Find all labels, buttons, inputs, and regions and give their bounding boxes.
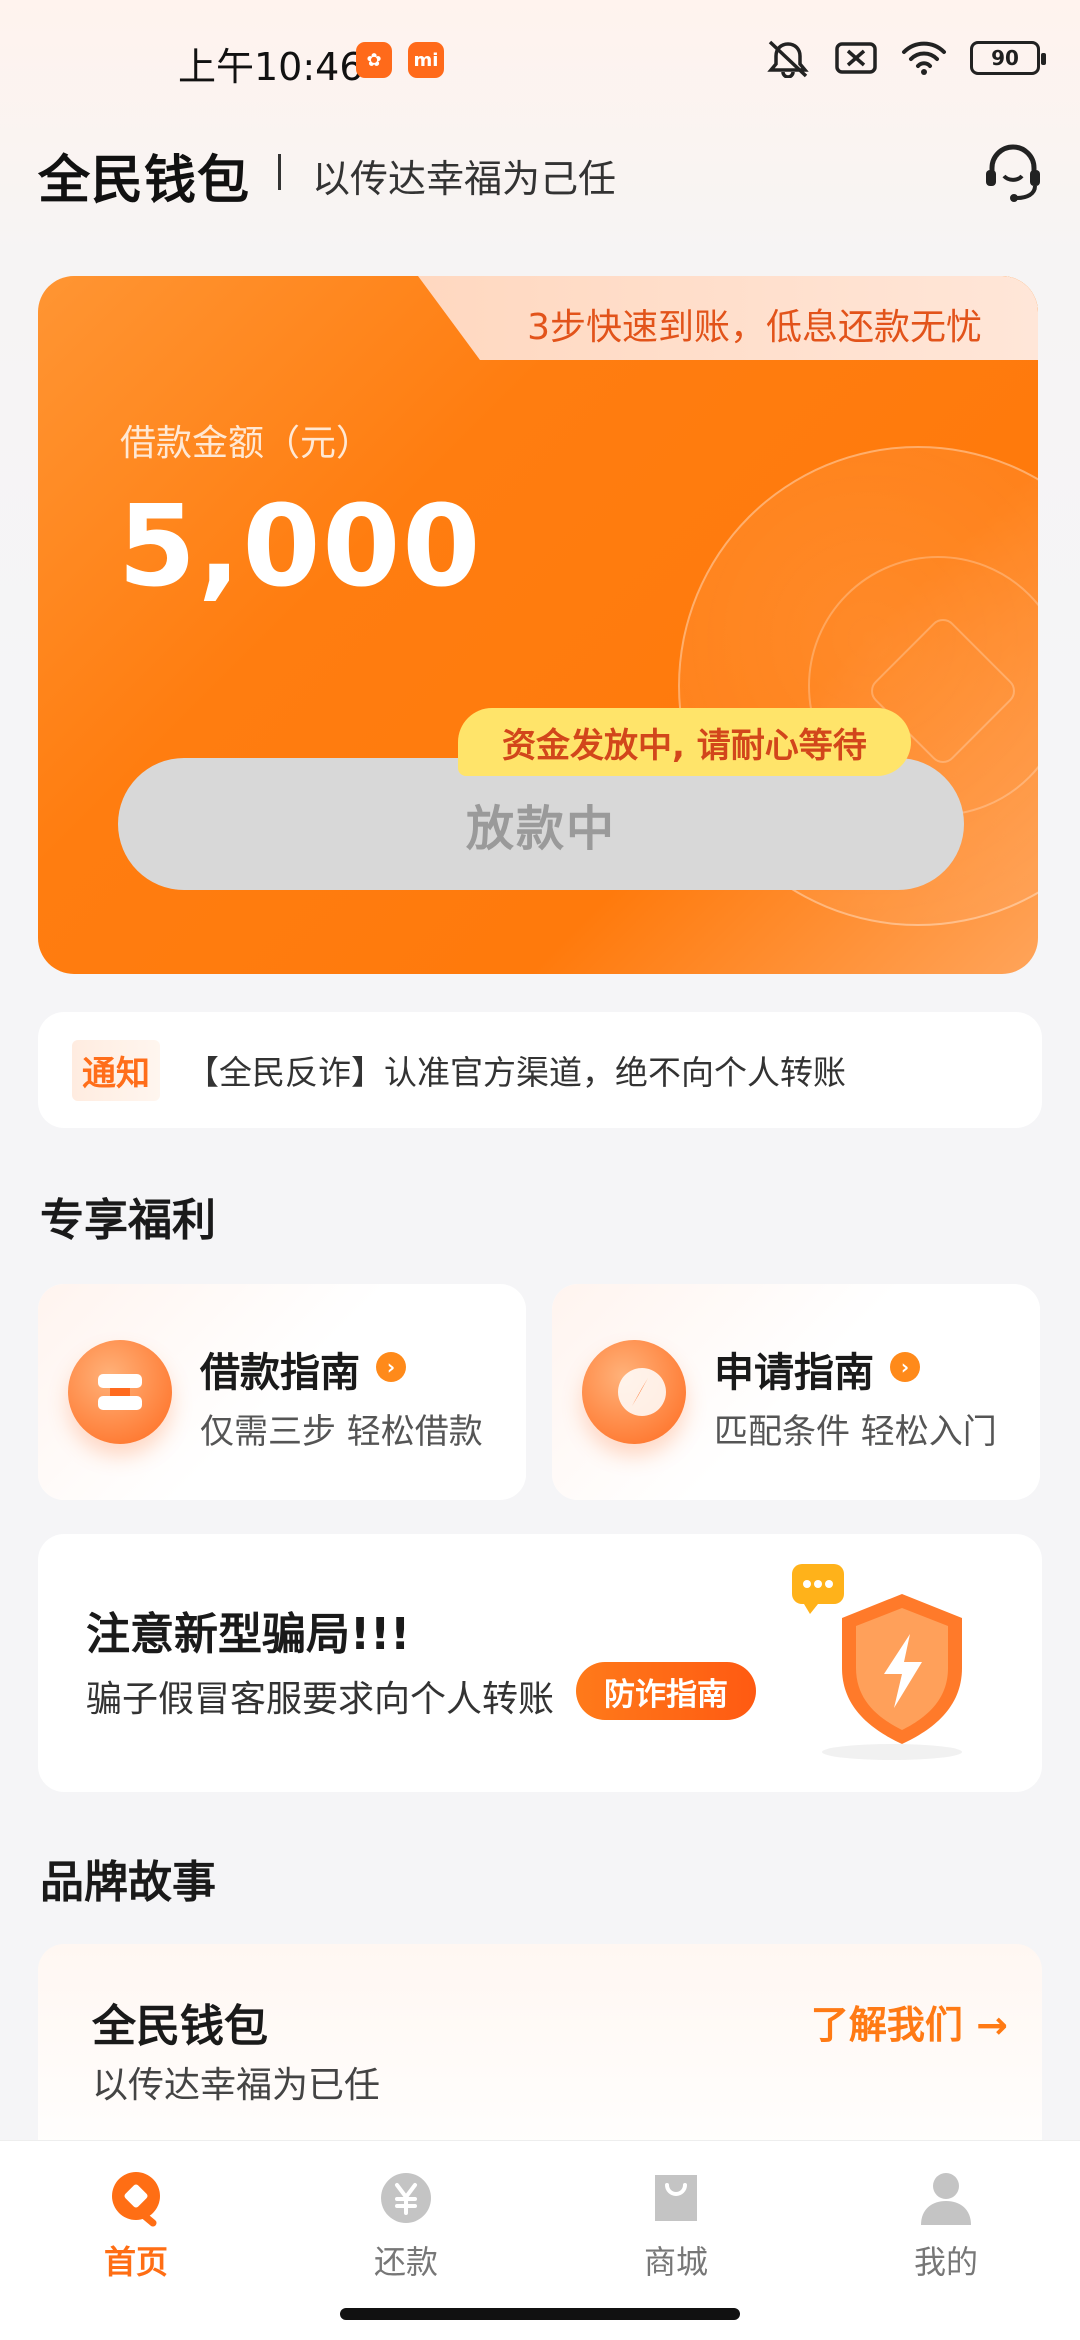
- loan-card: 3步快速到账，低息还款无忧 借款金额（元） 5,000 放款中 资金发放中, 请…: [38, 276, 1038, 974]
- notice-tag: 通知: [72, 1039, 160, 1101]
- repay-icon: [381, 2173, 431, 2223]
- about-us-link[interactable]: 了解我们 →: [811, 1994, 1008, 2049]
- app-title: 全民钱包: [38, 151, 251, 211]
- status-icons: 90: [764, 38, 1046, 78]
- mute-icon: [767, 40, 809, 78]
- notification-app-icon: ✿: [356, 42, 392, 78]
- status-bar: 上午10:46 ✿ mi 90: [0, 0, 1080, 120]
- loan-amount-label: 借款金额（元）: [120, 423, 373, 464]
- nav-label: 还款: [373, 2243, 438, 2281]
- benefit-subtitle: 仅需三步 轻松借款: [200, 1412, 483, 1452]
- nav-item-home[interactable]: 首页: [46, 2169, 226, 2289]
- customer-service-icon[interactable]: [980, 140, 1046, 206]
- disbursing-status-tooltip: 资金发放中, 请耐心等待: [458, 708, 911, 776]
- compass-icon: [582, 1340, 686, 1444]
- nav-item-shop[interactable]: 商城: [586, 2169, 766, 2289]
- anti-fraud-guide-button[interactable]: 防诈指南: [576, 1662, 756, 1720]
- battery-indicator: 90: [970, 41, 1046, 75]
- benefit-subtitle: 匹配条件 轻松入门: [714, 1412, 997, 1452]
- benefit-title: 借款指南: [200, 1350, 360, 1396]
- shop-bag-icon: [655, 2175, 697, 2221]
- nav-item-profile[interactable]: 我的: [856, 2169, 1036, 2289]
- mi-app-icon: mi: [408, 42, 444, 78]
- fraud-alert-card: 注意新型骗局!!! 骗子假冒客服要求向个人转账 防诈指南: [38, 1534, 1042, 1792]
- home-icon: [112, 2172, 160, 2227]
- chevron-right-icon: ›: [376, 1352, 406, 1382]
- app-screen: 上午10:46 ✿ mi 90 全民钱包 以传达幸福为己任 3步快速到账，低息还…: [0, 0, 1080, 2340]
- notice-text: 【全民反诈】认准官方渠道，绝不向个人转账: [186, 1053, 846, 1092]
- loan-amount: 5,000: [118, 482, 483, 612]
- apply-guide-card[interactable]: 申请指南 › 匹配条件 轻松入门: [552, 1284, 1040, 1500]
- nav-item-repay[interactable]: 还款: [316, 2169, 496, 2289]
- header-divider: [278, 154, 281, 190]
- wifi-icon: [902, 41, 946, 75]
- brand-name: 全民钱包: [92, 2001, 268, 2052]
- profile-icon: [921, 2173, 971, 2225]
- brand-section-title: 品牌故事: [40, 1857, 216, 1908]
- chevron-right-icon: ›: [890, 1352, 920, 1382]
- benefits-section-title: 专享福利: [40, 1195, 216, 1246]
- shield-icon: [792, 1564, 962, 1760]
- nav-label: 首页: [103, 2243, 168, 2281]
- nav-label: 商城: [643, 2243, 708, 2281]
- disbursing-button[interactable]: 放款中: [118, 758, 964, 890]
- status-time: 上午10:46: [178, 45, 364, 89]
- fraud-alert-subtitle: 骗子假冒客服要求向个人转账: [86, 1679, 555, 1720]
- brand-slogan: 以传达幸福为已任: [92, 2065, 381, 2106]
- fraud-alert-title: 注意新型骗局!!!: [86, 1609, 411, 1660]
- nav-label: 我的: [913, 2243, 978, 2281]
- loan-guide-icon: [68, 1340, 172, 1444]
- benefit-title: 申请指南: [714, 1350, 874, 1396]
- no-sim-icon: [835, 42, 877, 74]
- app-slogan: 以传达幸福为己任: [312, 157, 617, 201]
- notice-bar[interactable]: 通知 【全民反诈】认准官方渠道，绝不向个人转账: [38, 1012, 1042, 1128]
- app-header: 全民钱包 以传达幸福为己任: [0, 130, 1080, 211]
- promo-tab-text: 3步快速到账，低息还款无忧: [527, 307, 982, 348]
- home-indicator: [340, 2308, 740, 2320]
- loan-guide-card[interactable]: 借款指南 › 仅需三步 轻松借款: [38, 1284, 526, 1500]
